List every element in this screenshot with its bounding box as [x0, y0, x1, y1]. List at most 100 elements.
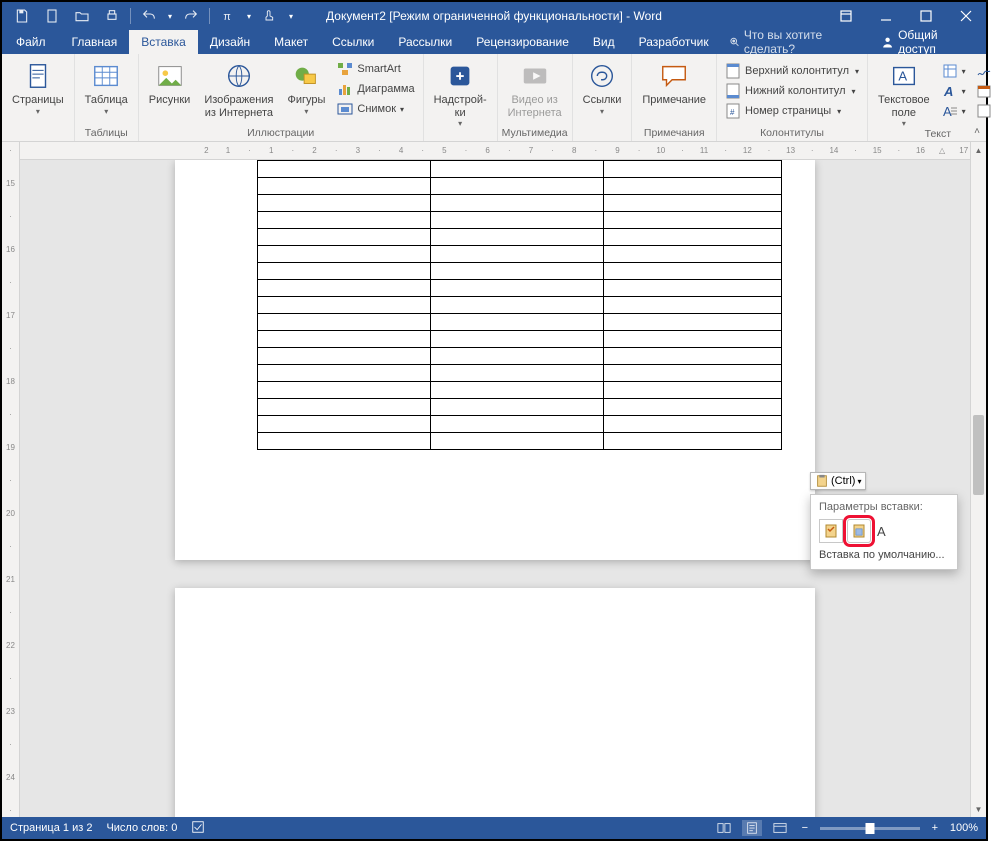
undo-icon[interactable]	[135, 3, 163, 29]
quick-print-icon[interactable]	[98, 3, 126, 29]
status-word-count[interactable]: Число слов: 0	[106, 822, 177, 834]
signature-line-button[interactable]: ▾	[972, 62, 992, 80]
page-number-button[interactable]: #Номер страницы▾	[721, 102, 863, 120]
save-icon[interactable]	[8, 3, 36, 29]
datetime-icon	[976, 83, 992, 99]
maximize-button[interactable]	[906, 2, 946, 30]
view-read-mode[interactable]	[714, 820, 734, 836]
svg-text:π: π	[223, 11, 230, 23]
page-icon	[22, 60, 54, 92]
ribbon: Страницы▾ Таблица▾ Таблицы Рисунки	[2, 54, 986, 142]
screenshot-button[interactable]: Снимок▾	[333, 100, 418, 118]
status-page[interactable]: Страница 1 из 2	[10, 822, 92, 834]
online-video-button[interactable]: Видео из Интернета	[502, 56, 568, 119]
zoom-slider-knob[interactable]	[865, 823, 874, 834]
tab-file[interactable]: Файл	[2, 30, 60, 54]
paste-keep-source-formatting[interactable]	[819, 519, 843, 543]
zoom-out-button[interactable]: −	[798, 822, 812, 834]
title-bar: ▾ π ▾ ▾ Документ2 [Режим ограниченной фу…	[2, 2, 986, 30]
view-print-layout[interactable]	[742, 820, 762, 836]
group-media: Мультимедиа	[502, 127, 568, 141]
open-icon[interactable]	[68, 3, 96, 29]
header-button[interactable]: Верхний колонтитул▾	[721, 62, 863, 80]
paste-text-only[interactable]: A	[875, 524, 888, 539]
tab-mailings[interactable]: Рассылки	[386, 30, 464, 54]
tab-design[interactable]: Дизайн	[198, 30, 262, 54]
group-illustrations: Иллюстрации	[143, 127, 419, 141]
paste-options-tag[interactable]: (Ctrl)▾	[810, 472, 866, 490]
tab-developer[interactable]: Разработчик	[627, 30, 721, 54]
links-button[interactable]: Ссылки▾	[577, 56, 628, 116]
paste-popup-header: Параметры вставки:	[819, 501, 949, 513]
footer-button[interactable]: Нижний колонтитул▾	[721, 82, 863, 100]
tab-view[interactable]: Вид	[581, 30, 627, 54]
tab-references[interactable]: Ссылки	[320, 30, 386, 54]
dropcap-icon: A	[942, 103, 958, 119]
quick-access-toolbar: ▾ π ▾ ▾	[2, 3, 296, 29]
tab-layout[interactable]: Макет	[262, 30, 320, 54]
document-table[interactable]	[257, 160, 782, 450]
chart-button[interactable]: Диаграмма	[333, 80, 418, 98]
group-tables: Таблицы	[79, 127, 134, 141]
quick-parts-button[interactable]: ▾	[938, 62, 970, 80]
undo-dropdown[interactable]: ▾	[165, 12, 175, 21]
zoom-in-button[interactable]: +	[928, 822, 942, 834]
date-time-button[interactable]	[972, 82, 992, 100]
collapse-ribbon-icon[interactable]: ˄	[974, 126, 980, 137]
object-button[interactable]: ▾	[972, 102, 992, 120]
group-comments: Примечания	[636, 127, 712, 141]
vertical-scrollbar[interactable]: ▲ ▼	[970, 142, 986, 817]
pages-button[interactable]: Страницы▾	[6, 56, 70, 116]
qat-customize-dropdown[interactable]: ▾	[286, 12, 296, 21]
ribbon-display-options-icon[interactable]	[826, 2, 866, 30]
page-number-icon: #	[725, 103, 741, 119]
wordart-button[interactable]: A▾	[938, 82, 970, 100]
online-picture-icon	[223, 60, 255, 92]
document-area: ·15·16·17·18·19·20·21·22·23·24·25·26·27·…	[2, 142, 986, 817]
addins-button[interactable]: Надстрой- ки▾	[428, 56, 493, 128]
addins-icon	[444, 60, 476, 92]
close-button[interactable]	[946, 2, 986, 30]
window-title: Документ2 [Режим ограниченной функционал…	[326, 9, 662, 23]
scroll-thumb[interactable]	[973, 415, 984, 495]
shapes-button[interactable]: Фигуры▾	[281, 56, 331, 116]
new-doc-icon[interactable]	[38, 3, 66, 29]
page-2[interactable]	[175, 588, 815, 817]
paste-merge-formatting[interactable]	[847, 519, 871, 543]
table-icon	[90, 60, 122, 92]
touch-mode-icon[interactable]	[256, 3, 284, 29]
svg-text:#: #	[730, 108, 735, 117]
redo-icon[interactable]	[177, 3, 205, 29]
textbox-button[interactable]: A Текстовое поле▾	[872, 56, 936, 128]
equation-icon[interactable]: π	[214, 3, 242, 29]
signature-icon	[976, 63, 992, 79]
table-button[interactable]: Таблица▾	[79, 56, 134, 116]
minimize-button[interactable]	[866, 2, 906, 30]
view-web-layout[interactable]	[770, 820, 790, 836]
zoom-slider[interactable]	[820, 827, 920, 830]
ribbon-tabs: Файл Главная Вставка Дизайн Макет Ссылки…	[2, 30, 986, 54]
video-icon	[519, 60, 551, 92]
scroll-up-icon[interactable]: ▲	[971, 142, 986, 158]
tab-home[interactable]: Главная	[60, 30, 130, 54]
equation-dropdown[interactable]: ▾	[244, 12, 254, 21]
tab-review[interactable]: Рецензирование	[464, 30, 581, 54]
tab-insert[interactable]: Вставка	[129, 30, 198, 54]
group-headerfooter: Колонтитулы	[721, 127, 863, 141]
comment-button[interactable]: Примечание	[636, 56, 712, 107]
header-icon	[725, 63, 741, 79]
status-bar: Страница 1 из 2 Число слов: 0 − + 100%	[2, 817, 986, 839]
online-pictures-button[interactable]: Изображения из Интернета	[198, 56, 279, 119]
share-button[interactable]: Общий доступ	[869, 30, 986, 54]
tell-me-search[interactable]: Что вы хотите сделать?	[729, 30, 869, 54]
pictures-button[interactable]: Рисунки	[143, 56, 197, 107]
paste-set-default[interactable]: Вставка по умолчанию...	[819, 549, 949, 561]
page-1[interactable]	[175, 160, 815, 560]
zoom-level[interactable]: 100%	[950, 822, 978, 834]
quick-parts-icon	[942, 63, 958, 79]
smartart-button[interactable]: SmartArt	[333, 60, 418, 78]
scroll-down-icon[interactable]: ▼	[971, 801, 986, 817]
drop-cap-button[interactable]: A▾	[938, 102, 970, 120]
status-proofing-icon[interactable]	[191, 820, 205, 837]
textbox-icon: A	[888, 60, 920, 92]
